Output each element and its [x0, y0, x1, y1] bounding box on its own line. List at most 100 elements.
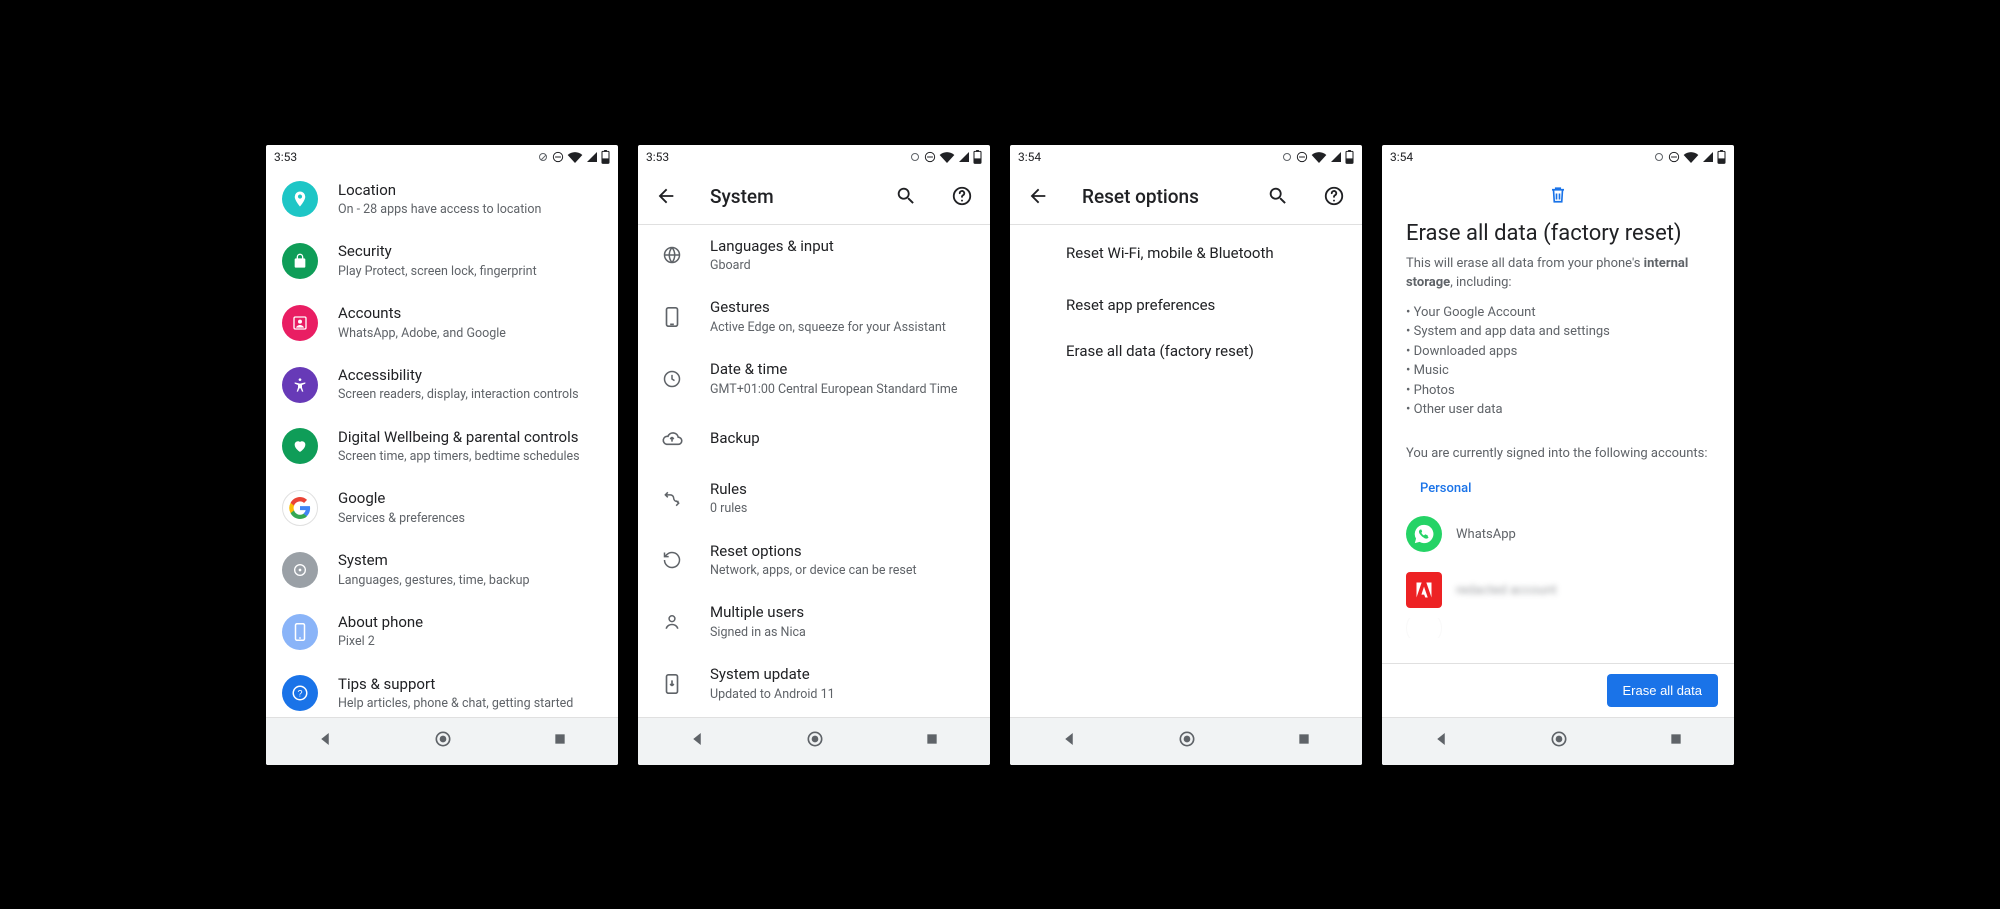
status-time: 3:54: [1390, 150, 1413, 164]
search-button[interactable]: [1258, 176, 1298, 216]
status-icons: [537, 150, 610, 164]
update-icon: [660, 672, 684, 696]
item-title: Date & time: [710, 360, 974, 380]
account-partial: [1406, 618, 1710, 638]
item-about[interactable]: About phone Pixel 2: [266, 601, 618, 663]
search-button[interactable]: [886, 176, 926, 216]
item-update[interactable]: System updateUpdated to Android 11: [638, 653, 990, 715]
item-datetime[interactable]: Date & time GMT+01:00 Central European St…: [638, 348, 990, 410]
wellbeing-icon: [282, 428, 318, 464]
bullet: Your Google Account: [1406, 303, 1710, 323]
item-backup[interactable]: Backup: [638, 410, 990, 468]
nav-recent[interactable]: [924, 731, 940, 751]
item-tips[interactable]: ? Tips & support Help articles, phone & …: [266, 663, 618, 717]
nav-back[interactable]: [1060, 730, 1078, 752]
back-button[interactable]: [1018, 176, 1058, 216]
nav-home[interactable]: [1549, 729, 1569, 753]
item-wellbeing[interactable]: Digital Wellbeing & parental controls Sc…: [266, 416, 618, 478]
item-title: Digital Wellbeing & parental controls: [338, 428, 602, 448]
back-button[interactable]: [646, 176, 686, 216]
settings-list: Location On - 28 apps have access to loc…: [266, 169, 618, 717]
nav-recent[interactable]: [552, 731, 568, 751]
item-subtitle: Gboard: [710, 258, 974, 274]
system-icon: [282, 552, 318, 588]
clock-icon: [660, 367, 684, 391]
item-reset-network[interactable]: Reset Wi-Fi, mobile & Bluetooth: [1010, 225, 1362, 283]
item-gestures[interactable]: GesturesActive Edge on, squeeze for your…: [638, 286, 990, 348]
item-reset[interactable]: Reset optionsNetwork, apps, or device ca…: [638, 530, 990, 592]
item-subtitle: Signed in as Nica: [710, 625, 974, 641]
item-subtitle: Active Edge on, squeeze for your Assista…: [710, 320, 974, 336]
item-users[interactable]: Multiple usersSigned in as Nica: [638, 591, 990, 653]
item-subtitle: GMT+01:00 Central European Standard Time: [710, 382, 974, 398]
location-icon: [282, 181, 318, 217]
nav-home[interactable]: [433, 729, 453, 753]
status-bar: 3:54: [1382, 145, 1734, 169]
svg-text:?: ?: [297, 689, 302, 699]
nav-back[interactable]: [1432, 730, 1450, 752]
item-subtitle: Network, apps, or device can be reset: [710, 563, 974, 579]
item-reset-apps[interactable]: Reset app preferences: [1010, 283, 1362, 329]
item-accounts[interactable]: Accounts WhatsApp, Adobe, and Google: [266, 292, 618, 354]
item-location[interactable]: Location On - 28 apps have access to loc…: [266, 169, 618, 231]
item-title: Accessibility: [338, 366, 602, 386]
account-adobe[interactable]: redacted account: [1406, 562, 1710, 618]
account-whatsapp[interactable]: WhatsApp: [1406, 506, 1710, 562]
item-system[interactable]: System Languages, gestures, time, backup: [266, 539, 618, 601]
nav-home[interactable]: [1177, 729, 1197, 753]
help-button[interactable]: [942, 176, 982, 216]
status-time: 3:53: [646, 150, 669, 164]
item-subtitle: Screen readers, display, interaction con…: [338, 387, 602, 403]
account-label: WhatsApp: [1456, 527, 1516, 542]
item-title: Erase all data (factory reset): [1066, 342, 1346, 362]
help-button[interactable]: [1314, 176, 1354, 216]
nav-home[interactable]: [805, 729, 825, 753]
nav-bar: [1010, 717, 1362, 765]
item-title: Security: [338, 242, 602, 262]
item-subtitle: Updated to Android 11: [710, 687, 974, 703]
accounts-icon: [282, 305, 318, 341]
item-erase-all[interactable]: Erase all data (factory reset): [1010, 329, 1362, 375]
item-subtitle: Services & preferences: [338, 511, 602, 527]
nav-back[interactable]: [688, 730, 706, 752]
nav-back[interactable]: [316, 730, 334, 752]
globe-icon: [660, 243, 684, 267]
nav-bar: [266, 717, 618, 765]
status-time: 3:53: [274, 150, 297, 164]
gestures-icon: [660, 305, 684, 329]
accounts-intro: You are currently signed into the follow…: [1406, 444, 1710, 464]
item-subtitle: WhatsApp, Adobe, and Google: [338, 326, 602, 342]
reset-icon: [660, 548, 684, 572]
nav-recent[interactable]: [1668, 731, 1684, 751]
status-bar: 3:53: [638, 145, 990, 169]
cloud-icon: [660, 427, 684, 451]
item-google[interactable]: Google Services & preferences: [266, 477, 618, 539]
reset-list: Reset Wi-Fi, mobile & Bluetooth Reset ap…: [1010, 225, 1362, 717]
bottom-action-bar: Erase all data: [1382, 663, 1734, 717]
whatsapp-icon: [1406, 516, 1442, 552]
status-icons: [1653, 150, 1726, 164]
item-security[interactable]: Security Play Protect, screen lock, fing…: [266, 230, 618, 292]
item-subtitle: Languages, gestures, time, backup: [338, 573, 602, 589]
erase-bullet-list: Your Google Account System and app data …: [1406, 303, 1710, 420]
item-subtitle: Help articles, phone & chat, getting sta…: [338, 696, 602, 712]
item-rules[interactable]: Rules0 rules: [638, 468, 990, 530]
help-icon: ?: [282, 675, 318, 711]
system-list: Languages & inputGboard GesturesActive E…: [638, 225, 990, 717]
phone-icon: [282, 614, 318, 650]
status-icons: [909, 150, 982, 164]
status-icons: [1281, 150, 1354, 164]
nav-recent[interactable]: [1296, 731, 1312, 751]
item-title: Rules: [710, 480, 974, 500]
erase-all-button[interactable]: Erase all data: [1607, 674, 1719, 707]
status-bar: 3:53: [266, 145, 618, 169]
item-title: Location: [338, 181, 602, 201]
item-languages[interactable]: Languages & inputGboard: [638, 225, 990, 287]
item-title: Google: [338, 489, 602, 509]
item-title: Reset Wi-Fi, mobile & Bluetooth: [1066, 244, 1346, 264]
bullet: Downloaded apps: [1406, 342, 1710, 362]
erase-description: This will erase all data from your phone…: [1406, 254, 1710, 293]
item-accessibility[interactable]: Accessibility Screen readers, display, i…: [266, 354, 618, 416]
account-label-redacted: redacted account: [1456, 583, 1557, 598]
item-title: System: [338, 551, 602, 571]
